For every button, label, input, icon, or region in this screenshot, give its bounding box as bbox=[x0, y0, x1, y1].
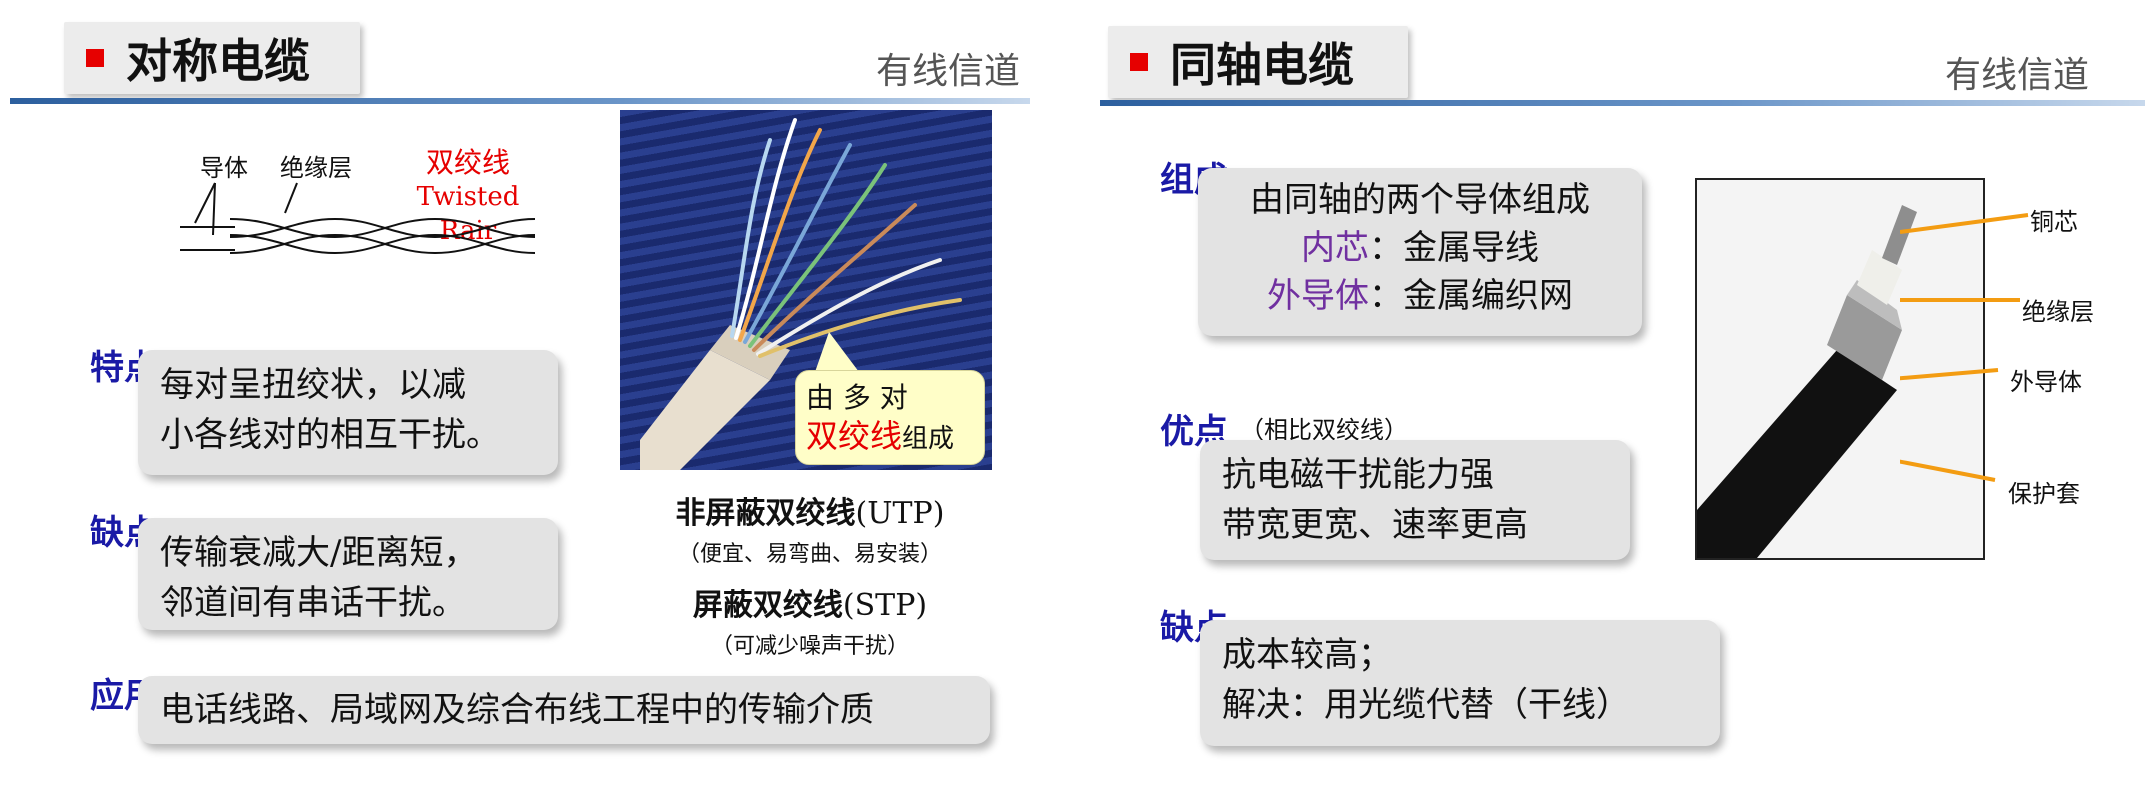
features-line-1: 每对呈扭绞状，以减 bbox=[160, 365, 466, 405]
title-box: 对称电缆 bbox=[64, 22, 360, 94]
jacket-label: 保护套 bbox=[2008, 480, 2080, 508]
coax-drawbacks-line-1: 成本较高； bbox=[1222, 635, 1392, 675]
copper-core-label: 铜芯 bbox=[2030, 208, 2078, 236]
utp-abbr: (UTP) bbox=[855, 496, 945, 531]
twisted-pair-diagram-icon bbox=[180, 182, 536, 255]
section-label: 有线信道 bbox=[1945, 55, 2090, 96]
stp-abbr: (STP) bbox=[842, 588, 928, 623]
utp-note: （便宜、易弯曲、易安装） bbox=[677, 542, 942, 567]
title-rule bbox=[1100, 100, 2145, 106]
features-line-2: 小各线对的相互干扰。 bbox=[160, 415, 500, 455]
features-card: 每对呈扭绞状，以减 小各线对的相互干扰。 bbox=[138, 350, 558, 475]
utp-name: 非屏蔽双绞线 bbox=[675, 496, 856, 531]
callout-line-1: 由 多 对 bbox=[806, 381, 908, 414]
title-box: 同轴电缆 bbox=[1108, 26, 1408, 98]
callout-bubble: 由 多 对 双绞线组成 bbox=[795, 370, 985, 465]
stp-note: （可减少噪声干扰） bbox=[710, 634, 909, 659]
slide-title: 对称电缆 bbox=[126, 34, 310, 88]
callout-suffix: 组成 bbox=[902, 424, 955, 454]
composition-line-1: 由同轴的两个导体组成 bbox=[1250, 180, 1590, 220]
section-label: 有线信道 bbox=[876, 51, 1021, 92]
inner-term: 内芯 bbox=[1301, 228, 1369, 268]
drawbacks-line-2: 邻道间有串话干扰。 bbox=[160, 583, 466, 623]
drawbacks-card: 传输衰减大/距离短， 邻道间有串话干扰。 bbox=[138, 518, 558, 630]
slide-symmetric-cable: 对称电缆 有线信道 导体 绝缘层 双绞线 Twisted Rair 特点 每对呈… bbox=[0, 0, 1060, 798]
coax-drawbacks-card: 成本较高； 解决：用光缆代替（干线） bbox=[1200, 620, 1720, 746]
inner-desc: ：金属导线 bbox=[1369, 228, 1539, 268]
utp-caption: 非屏蔽双绞线(UTP) （便宜、易弯曲、易安装） bbox=[630, 488, 990, 568]
composition-card: 由同轴的两个导体组成 内芯：金属导线 外导体：金属编织网 bbox=[1198, 168, 1642, 336]
slide-title: 同轴电缆 bbox=[1170, 38, 1354, 92]
bullet-square-icon bbox=[86, 49, 104, 67]
application-card: 电话线路、局域网及综合布线工程中的传输介质 bbox=[138, 676, 990, 744]
title-rule bbox=[10, 98, 1030, 104]
outer-desc: ：金属编织网 bbox=[1369, 276, 1573, 316]
callout-tail bbox=[815, 332, 859, 372]
advantages-card: 抗电磁干扰能力强 带宽更宽、速率更高 bbox=[1200, 440, 1630, 560]
callout-highlight: 双绞线 bbox=[806, 417, 903, 455]
outer-conductor-label: 外导体 bbox=[2010, 368, 2082, 396]
stp-caption: 屏蔽双绞线(STP) （可减少噪声干扰） bbox=[630, 580, 990, 660]
coax-drawbacks-line-2: 解决：用光缆代替（干线） bbox=[1222, 685, 1630, 725]
drawbacks-line-1: 传输衰减大/距离短， bbox=[160, 533, 478, 573]
stp-name: 屏蔽双绞线 bbox=[692, 588, 843, 623]
outer-term: 外导体 bbox=[1267, 276, 1369, 316]
advantages-line-2: 带宽更宽、速率更高 bbox=[1222, 505, 1528, 545]
advantages-line-1: 抗电磁干扰能力强 bbox=[1222, 455, 1494, 495]
insulation-label: 绝缘层 bbox=[2022, 298, 2094, 326]
bullet-square-icon bbox=[1130, 53, 1148, 71]
